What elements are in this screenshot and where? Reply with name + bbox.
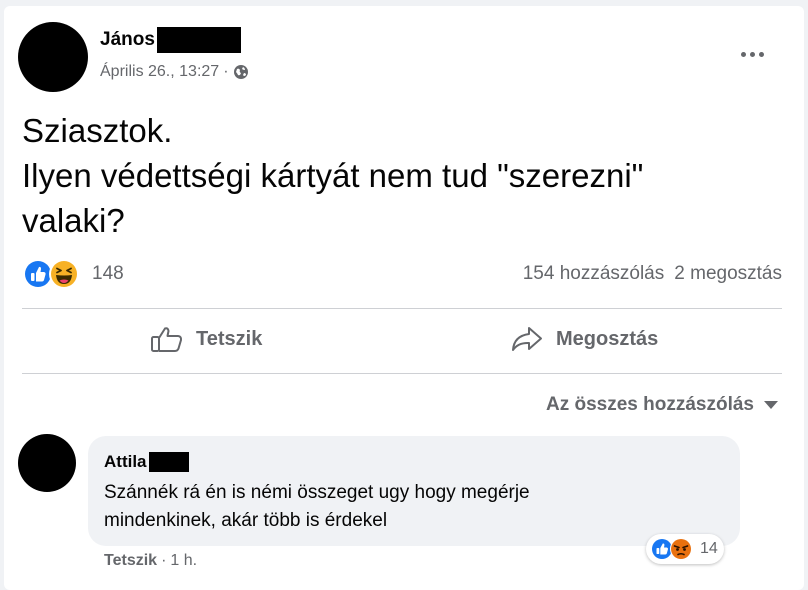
share-button[interactable]: Megosztás bbox=[510, 325, 658, 353]
divider bbox=[22, 308, 782, 309]
comment-author-name[interactable]: Attila bbox=[104, 452, 147, 472]
share-arrow-icon bbox=[512, 327, 542, 351]
post-author-avatar[interactable] bbox=[18, 22, 88, 92]
post-text-line: valaki? bbox=[22, 202, 125, 239]
comment-time[interactable]: 1 h. bbox=[170, 552, 197, 570]
globe-icon[interactable] bbox=[233, 64, 249, 80]
redaction-bar bbox=[156, 27, 241, 53]
post-text-line: Ilyen védettségi kártyát nem tud "szerez… bbox=[22, 157, 644, 194]
redaction-bar bbox=[148, 452, 189, 472]
post-text: Sziasztok. Ilyen védettségi kártyát nem … bbox=[22, 108, 643, 243]
comments-filter-label: Az összes hozzászólás bbox=[545, 394, 754, 415]
like-button-label: Tetszik bbox=[196, 327, 263, 350]
comment-text: Szánnék rá én is némi összeget ugy hogy … bbox=[104, 479, 530, 535]
post-date[interactable]: Április 26., 13:27 bbox=[100, 63, 219, 81]
comments-filter-dropdown[interactable]: Az összes hozzászólás bbox=[546, 394, 778, 416]
comments-count[interactable]: 154 hozzászólás bbox=[523, 263, 665, 285]
comment-text-line: mindenkinek, akár több is érdekel bbox=[104, 510, 388, 531]
like-icon bbox=[651, 538, 673, 560]
comment-author[interactable]: Attila bbox=[104, 452, 189, 472]
reaction-count[interactable]: 148 bbox=[92, 263, 124, 285]
like-button[interactable]: Tetszik bbox=[150, 325, 262, 353]
post-stats: 154 hozzászólás 2 megosztás bbox=[523, 263, 782, 285]
post-author-name[interactable]: János bbox=[100, 29, 155, 51]
post-author[interactable]: János bbox=[100, 27, 241, 53]
reaction-icons bbox=[23, 259, 79, 289]
shares-count[interactable]: 2 megosztás bbox=[674, 263, 782, 285]
angry-icon bbox=[670, 538, 692, 560]
post-text-line: Sziasztok. bbox=[22, 112, 173, 149]
comment-reactions[interactable]: 14 bbox=[646, 534, 724, 564]
share-button-label: Megosztás bbox=[556, 327, 659, 350]
like-icon bbox=[23, 259, 53, 289]
post-reactions[interactable]: 148 bbox=[22, 258, 124, 290]
comment-reaction-count: 14 bbox=[700, 540, 718, 557]
comment-reaction-icons bbox=[651, 538, 692, 560]
post-meta: Április 26., 13:27 · bbox=[100, 63, 249, 81]
comment-text-line: Szánnék rá én is némi összeget ugy hogy … bbox=[104, 482, 530, 503]
more-options-icon[interactable] bbox=[732, 42, 772, 66]
comment-author-avatar[interactable] bbox=[18, 434, 76, 492]
comment-like-button[interactable]: Tetszik bbox=[104, 552, 157, 570]
thumbs-up-icon bbox=[151, 327, 183, 352]
comment-footer: Tetszik · 1 h. bbox=[104, 552, 197, 570]
haha-icon bbox=[49, 259, 79, 289]
meta-separator: · bbox=[223, 63, 229, 80]
divider bbox=[22, 373, 782, 374]
caret-down-icon bbox=[764, 401, 778, 409]
comment-footer-separator: · bbox=[161, 552, 167, 569]
